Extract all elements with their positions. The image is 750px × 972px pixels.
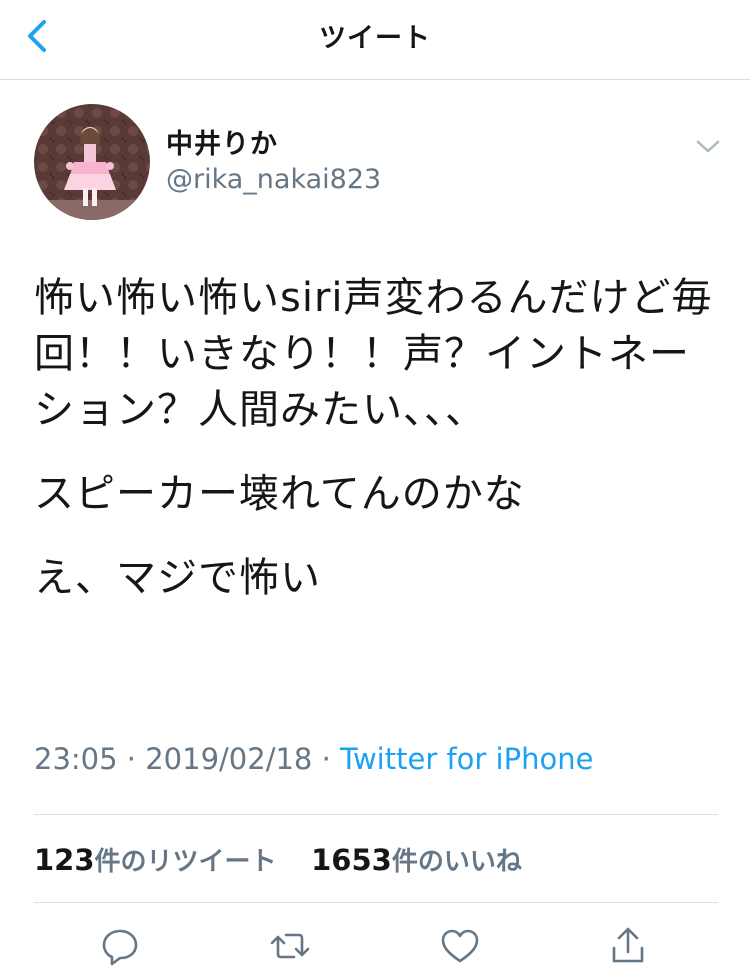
author-name[interactable]: 中井りか [166,122,278,161]
tweet-source-link[interactable]: Twitter for iPhone [340,742,593,776]
divider [34,814,718,815]
heart-icon [441,929,479,963]
avatar[interactable] [34,104,150,220]
retweet-button[interactable] [268,924,312,968]
tweet-paragraph: え、マジで怖い [34,555,321,601]
tweet-paragraph: スピーカー壊れてんのかな [34,471,525,517]
page-title: ツイート [319,23,431,54]
reply-button[interactable] [98,924,142,968]
meta-separator: · [117,742,146,776]
avatar-image [34,104,150,220]
tweet-time: 23:05 [34,742,118,776]
likes-label: 件のいいね [391,847,522,877]
meta-separator: · [312,742,341,776]
tweet-meta: 23:05 · 2019/02/18 · Twitter for iPhone [34,742,593,776]
nav-bar: ツイート [0,0,750,80]
tweet-text: 怖い怖い怖いsiri声変わるんだけど毎回！！いきなり！！声？イントネーション？人… [34,270,724,606]
divider [34,902,718,903]
share-button[interactable] [606,924,650,968]
chevron-down-icon [696,140,720,153]
reply-icon [102,929,138,966]
like-button[interactable] [438,924,482,968]
likes-stat[interactable]: 1653件のいいね [311,843,522,877]
retweets-stat[interactable]: 123件のリツイート [34,843,277,877]
tweet-date: 2019/02/18 [145,742,313,776]
tweet-stats: 123件のリツイート 1653件のいいね [34,841,522,878]
author-handle[interactable]: @rika_nakai823 [166,164,381,195]
retweets-label: 件のリツイート [94,847,277,877]
retweet-icon [270,933,310,959]
likes-count: 1653 [311,843,392,877]
more-options-button[interactable] [692,132,724,160]
share-icon [612,927,644,963]
tweet-paragraph: 怖い怖い怖いsiri声変わるんだけど毎回！！いきなり！！声？イントネーション？人… [34,275,713,433]
retweets-count: 123 [34,843,95,877]
